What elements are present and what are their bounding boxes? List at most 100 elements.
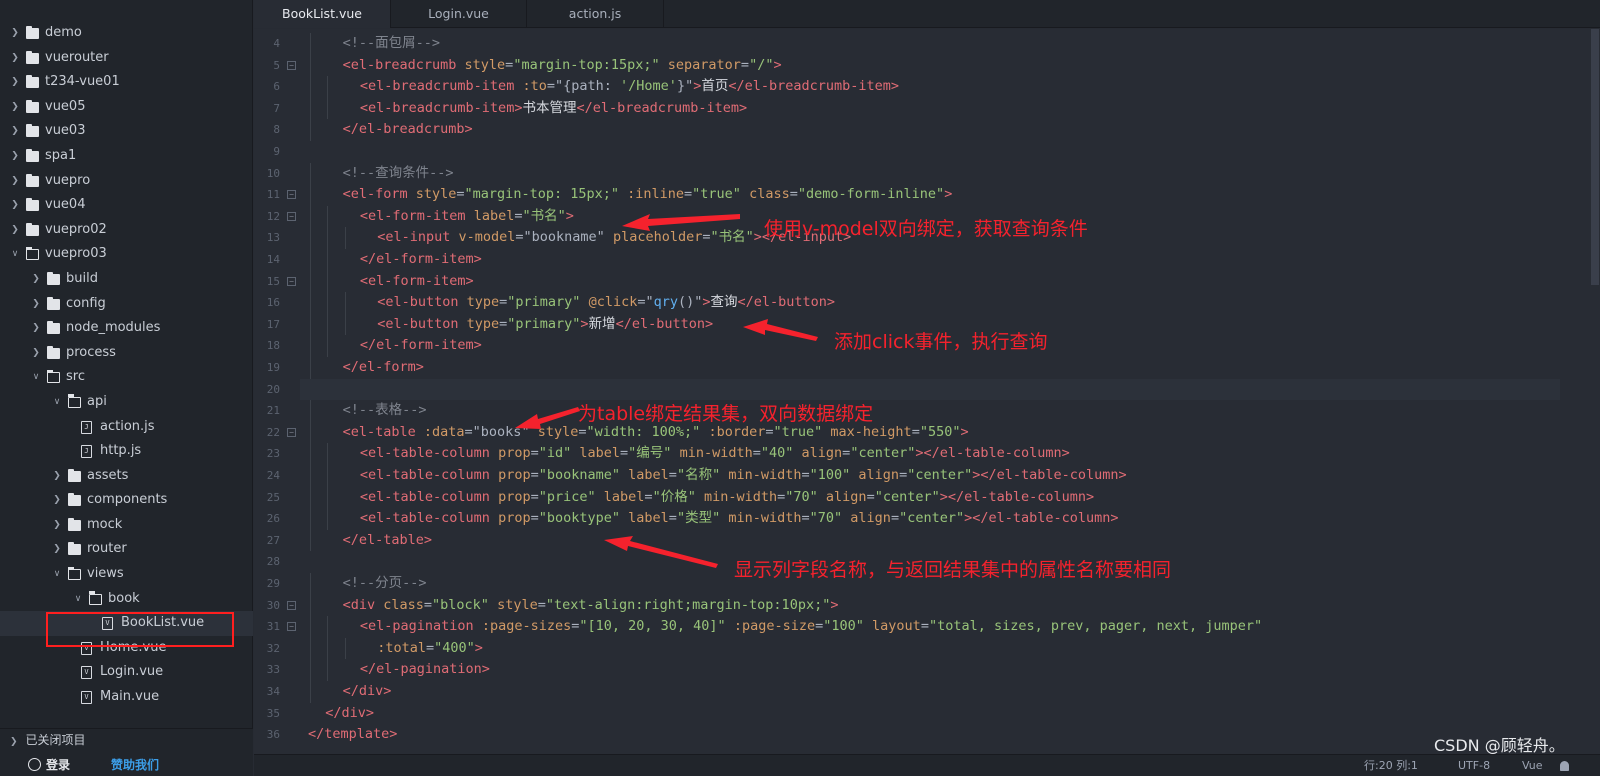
chevron-down-icon[interactable]: ∨ <box>73 587 83 612</box>
code-line[interactable]: <!--分页--> <box>343 573 427 595</box>
tree-folder-src[interactable]: ∨ src <box>0 365 253 390</box>
code-line[interactable]: </el-form-item> <box>360 335 482 357</box>
tree-folder-components[interactable]: ❯ components <box>0 488 253 513</box>
code-token: > <box>702 294 711 311</box>
code-line[interactable]: </div> <box>343 681 392 703</box>
fold-minus-icon[interactable]: − <box>287 600 296 610</box>
file-encoding[interactable]: UTF-8 <box>1458 755 1490 776</box>
sponsor-link[interactable]: 赞助我们 <box>111 753 159 776</box>
code-line[interactable]: <el-table-column prop="booktype" label="… <box>360 508 1119 530</box>
tab-login-vue[interactable]: Login.vue <box>391 0 527 28</box>
fold-minus-icon[interactable]: − <box>287 211 296 221</box>
chevron-down-icon[interactable]: ∨ <box>52 390 62 415</box>
tree-folder-vue04[interactable]: ❯ vue04 <box>0 193 253 218</box>
editor-scrollbar[interactable] <box>1590 29 1600 754</box>
code-line[interactable]: </div> <box>325 703 374 725</box>
tree-file-booklist-vue[interactable]: V BookList.vue <box>0 611 253 636</box>
tree-folder-build[interactable]: ❯ build <box>0 267 253 292</box>
tree-folder-vuepro03[interactable]: ∨ vuepro03 <box>0 242 253 267</box>
code-line[interactable]: <el-breadcrumb-item :to="{path: '/Home'}… <box>360 76 899 98</box>
chevron-right-icon[interactable]: ❯ <box>10 95 20 120</box>
tree-folder-node-modules[interactable]: ❯ node_modules <box>0 316 253 341</box>
tree-folder-spa1[interactable]: ❯ spa1 <box>0 144 253 169</box>
tree-file-login-vue[interactable]: V Login.vue <box>0 660 253 685</box>
chevron-right-icon[interactable]: ❯ <box>10 144 20 169</box>
code-line[interactable]: <el-table-column prop="price" label="价格"… <box>360 487 1094 509</box>
tree-folder-views[interactable]: ∨ views <box>0 562 253 587</box>
scrollbar-thumb[interactable] <box>1591 29 1599 285</box>
fold-minus-icon[interactable]: − <box>287 276 296 286</box>
tree-folder-demo[interactable]: ❯ demo <box>0 21 253 46</box>
tree-folder-config[interactable]: ❯ config <box>0 292 253 317</box>
chevron-right-icon[interactable]: ❯ <box>10 193 20 218</box>
code-line[interactable]: </el-breadcrumb> <box>343 119 473 141</box>
code-line[interactable]: <el-form style="margin-top: 15px;" :inli… <box>343 184 953 206</box>
chevron-right-icon[interactable]: ❯ <box>10 21 20 46</box>
tree-folder-mock[interactable]: ❯ mock <box>0 513 253 538</box>
code-line[interactable]: <el-button type="primary">新增</el-button> <box>377 314 713 336</box>
code-line[interactable]: <el-breadcrumb-item>书本管理</el-breadcrumb-… <box>360 98 747 120</box>
tree-folder-vuerouter[interactable]: ❯ vuerouter <box>0 46 253 71</box>
code-line[interactable]: <el-form-item label="书名"> <box>360 206 574 228</box>
chevron-right-icon[interactable]: ❯ <box>52 488 62 513</box>
code-line[interactable]: <el-pagination :page-sizes = "[10, 20, 30,… <box>360 616 1262 638</box>
fold-minus-icon[interactable]: − <box>287 427 296 437</box>
tree-folder-vue03[interactable]: ❯ vue03 <box>0 119 253 144</box>
tab-action-js[interactable]: action.js <box>527 0 664 28</box>
tree-file-home-vue[interactable]: V Home.vue <box>0 636 253 661</box>
fold-minus-icon[interactable]: − <box>287 60 296 70</box>
code-line[interactable]: </el-form> <box>343 357 424 379</box>
chevron-right-icon[interactable]: ❯ <box>31 267 41 292</box>
tree-file-action-js[interactable]: Jaction.js <box>0 415 253 440</box>
tree-folder-assets[interactable]: ❯ assets <box>0 464 253 489</box>
chevron-down-icon[interactable]: ∨ <box>10 242 20 267</box>
code-line[interactable]: <!--表格--> <box>343 400 427 422</box>
chevron-right-icon[interactable]: ❯ <box>31 292 41 317</box>
chevron-right-icon[interactable]: ❯ <box>52 464 62 489</box>
login-link[interactable]: 登录 <box>28 753 70 776</box>
language-mode[interactable]: Vue <box>1522 755 1543 776</box>
chevron-down-icon[interactable]: ∨ <box>31 365 41 390</box>
code-line[interactable]: <!--面包屑--> <box>343 33 440 55</box>
code-line[interactable]: <div class="block" style="text-align:rig… <box>343 595 839 617</box>
chevron-down-icon[interactable]: ∨ <box>52 562 62 587</box>
closed-projects-section[interactable]: ❯ 已关闭项目 <box>0 729 86 751</box>
chevron-right-icon[interactable]: ❯ <box>10 218 20 243</box>
chevron-right-icon[interactable]: ❯ <box>10 46 20 71</box>
tree-folder-vuepro02[interactable]: ❯ vuepro02 <box>0 218 253 243</box>
tree-folder-router[interactable]: ❯ router <box>0 537 253 562</box>
fold-minus-icon[interactable]: − <box>287 622 296 632</box>
chevron-right-icon[interactable]: ❯ <box>52 513 62 538</box>
code-line[interactable]: <el-breadcrumb style="margin-top:15px;" … <box>343 55 782 77</box>
code-line[interactable]: </el-table> <box>343 530 432 552</box>
chevron-right-icon[interactable]: ❯ <box>31 341 41 366</box>
chevron-right-icon[interactable]: ❯ <box>31 316 41 341</box>
tree-folder-api[interactable]: ∨ api <box>0 390 253 415</box>
chevron-right-icon[interactable]: ❯ <box>10 119 20 144</box>
code-line[interactable]: <el-button type="primary" @click="qry()"… <box>377 292 835 314</box>
tree-folder-t234-vue01[interactable]: ❯ t234-vue01 <box>0 70 253 95</box>
tab-booklist-vue[interactable]: BookList.vue <box>254 0 391 28</box>
code-line[interactable]: <el-table-column prop="id" label="编号" mi… <box>360 443 1070 465</box>
code-line[interactable]: :total="400"> <box>377 638 483 660</box>
chevron-right-icon[interactable]: ❯ <box>52 537 62 562</box>
tree-folder-vue05[interactable]: ❯ vue05 <box>0 95 253 120</box>
code-editor[interactable]: 4 5−6 7 8 9 10 11−12−13 14 15−16 17 18 19 20 21 22−23 2… <box>254 29 1600 754</box>
code-line[interactable]: </template> <box>308 724 397 746</box>
fold-minus-icon[interactable]: − <box>287 190 296 200</box>
cursor-position[interactable]: 行:20 列:1 <box>1364 755 1418 776</box>
chevron-right-icon[interactable]: ❯ <box>10 70 20 95</box>
code-line[interactable]: </el-form-item> <box>360 249 482 271</box>
code-line[interactable]: <!--查询条件--> <box>343 163 454 185</box>
tree-folder-vuepro[interactable]: ❯ vuepro <box>0 169 253 194</box>
tree-folder-book[interactable]: ∨ book <box>0 587 253 612</box>
chevron-right-icon[interactable]: ❯ <box>10 169 20 194</box>
tree-file-http-js[interactable]: Jhttp.js <box>0 439 253 464</box>
bell-icon[interactable] <box>1560 761 1569 771</box>
code-line[interactable]: <el-table-column prop="bookname" label="… <box>360 465 1127 487</box>
tree-folder-process[interactable]: ❯ process <box>0 341 253 366</box>
tree-file-main-vue[interactable]: V Main.vue <box>0 685 253 710</box>
code-token: ></el-table-column> <box>915 445 1070 462</box>
code-line[interactable]: </el-pagination> <box>360 659 490 681</box>
code-line[interactable]: <el-form-item> <box>360 271 474 293</box>
